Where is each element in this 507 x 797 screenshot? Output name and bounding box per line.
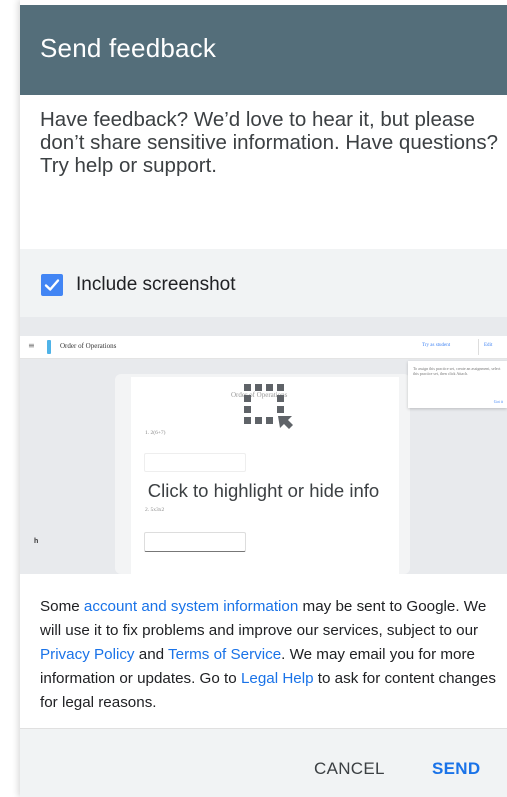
preview-top-bar: ≡ Order of Operations Try as student Edi… — [20, 336, 507, 359]
dialog-footer: CANCEL SEND — [20, 728, 507, 797]
preview-divider — [478, 339, 479, 355]
include-screenshot-checkbox[interactable] — [41, 274, 63, 296]
preview-answer-box-2 — [144, 532, 246, 552]
terms-of-service-link[interactable]: Terms of Service — [168, 646, 281, 663]
feedback-description-field[interactable]: Have feedback? We’d love to hear it, but… — [40, 108, 500, 177]
preview-try-as-student: Try as student — [422, 343, 451, 348]
dialog-title: Send feedback — [40, 33, 217, 63]
preview-menu-icon: ≡ — [28, 341, 35, 350]
preview-page-title: Order of Operations — [60, 342, 117, 350]
account-system-info-link[interactable]: account and system information — [84, 598, 298, 615]
highlight-select-icon — [244, 384, 293, 429]
preview-tooltip-link: Got it — [493, 399, 503, 404]
info-text: Some — [40, 598, 84, 615]
cancel-button[interactable]: CANCEL — [314, 759, 385, 779]
footer-divider — [20, 728, 507, 729]
background-page-edge — [0, 0, 21, 797]
send-button[interactable]: SEND — [432, 759, 480, 779]
dialog-header: Send feedback — [20, 5, 507, 95]
feedback-dialog: Send feedback Have feedback? We’d love t… — [20, 0, 507, 797]
screenshot-preview[interactable]: ≡ Order of Operations Try as student Edi… — [20, 317, 507, 574]
preview-tooltip-text: To assign this practice set, create an a… — [413, 366, 501, 376]
privacy-policy-link[interactable]: Privacy Policy — [40, 646, 135, 663]
highlight-instruction: Click to highlight or hide info — [147, 480, 380, 501]
checkmark-icon — [44, 279, 60, 291]
include-screenshot-label: Include screenshot — [76, 274, 236, 295]
info-text: and — [134, 646, 169, 663]
preview-edit: Edit — [484, 343, 493, 348]
preview-tooltip-card: To assign this practice set, create an a… — [408, 361, 507, 408]
preview-question-2: 2. 5x3x2 — [145, 507, 165, 513]
preview-side-letter: h — [34, 538, 39, 545]
include-screenshot-row: Include screenshot — [20, 249, 507, 317]
preview-answer-box-1 — [144, 453, 246, 472]
preview-question-1: 1. 2(6+7) — [145, 430, 166, 436]
legal-help-link[interactable]: Legal Help — [241, 670, 314, 687]
system-info-notice: Some account and system information may … — [40, 595, 496, 715]
preview-bookmark-icon — [47, 340, 51, 354]
